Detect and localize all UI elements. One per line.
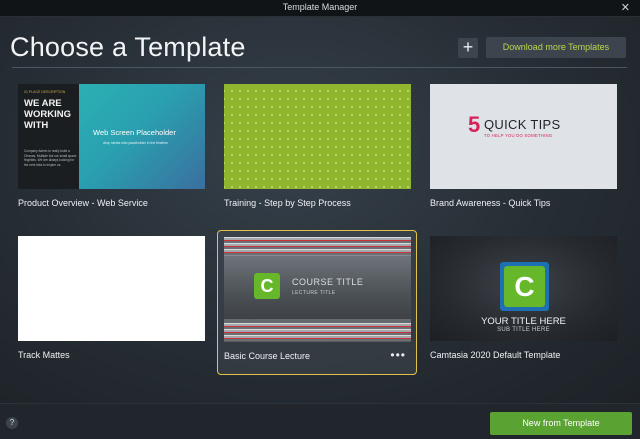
template-name: Basic Course Lecture	[224, 351, 311, 361]
template-card-brand-awareness[interactable]: 5 QUICK TIPS TO HELP YOU DO SOMETHING Br…	[424, 78, 623, 219]
template-thumbnail: C COURSE TITLE LECTURE TITLE	[224, 237, 411, 342]
camtasia-logo-icon: C	[254, 273, 280, 299]
footer-bar: ? New from Template	[0, 403, 640, 439]
template-card-track-mattes[interactable]: Track Mattes	[12, 230, 211, 371]
more-options-icon[interactable]: •••	[390, 348, 406, 362]
template-name: Product Overview - Web Service	[18, 198, 148, 208]
template-thumbnail	[18, 236, 205, 341]
download-more-templates-button[interactable]: Download more Templates	[486, 37, 626, 58]
template-thumbnail: 5 QUICK TIPS TO HELP YOU DO SOMETHING	[430, 84, 617, 189]
camtasia-logo-icon: C	[504, 266, 545, 307]
thumb-subtitle: TO HELP YOU DO SOMETHING	[484, 133, 553, 138]
template-card-camtasia-default[interactable]: C YOUR TITLE HERE SUB TITLE HERE Camtasi…	[424, 230, 623, 371]
template-name: Brand Awareness - Quick Tips	[430, 198, 551, 208]
add-template-button[interactable]: +	[458, 38, 478, 58]
thumb-left-panel: 01 PLACE DESCRIPTION WE ARE WORKING WITH…	[18, 84, 79, 189]
template-thumbnail: C YOUR TITLE HERE SUB TITLE HERE	[430, 236, 617, 341]
thumb-title: YOUR TITLE HERE	[481, 316, 566, 327]
template-card-product-overview[interactable]: 01 PLACE DESCRIPTION WE ARE WORKING WITH…	[12, 78, 211, 219]
thumb-body-text: Company Admin to really build a Ohanas. …	[24, 149, 77, 167]
help-icon[interactable]: ?	[6, 417, 18, 429]
thumb-course-title: COURSE TITLE	[292, 277, 364, 287]
template-thumbnail: 01 PLACE DESCRIPTION WE ARE WORKING WITH…	[18, 84, 205, 189]
template-card-basic-course-lecture[interactable]: C COURSE TITLE LECTURE TITLE Basic Cours…	[217, 230, 417, 375]
thumb-stripes-bottom	[224, 323, 411, 341]
thumb-title: QUICK TIPS	[484, 117, 561, 132]
thumb-title-band	[224, 256, 411, 319]
thumb-lecture-title: LECTURE TITLE	[292, 290, 336, 296]
page-title: Choose a Template	[10, 32, 246, 62]
template-manager-body: Choose a Template + Download more Templa…	[0, 17, 640, 403]
thumb-subtitle: SUB TITLE HERE	[497, 327, 550, 333]
thumb-stripes-top	[224, 237, 411, 255]
divider	[12, 67, 627, 68]
close-icon[interactable]: ✕	[621, 1, 630, 14]
title-bar: Template Manager ✕	[0, 0, 640, 17]
thumb-placeholder-title: Web Screen Placeholder	[93, 128, 176, 137]
thumb-placeholder-subtitle: drop media onto placeholder in the timel…	[103, 141, 168, 145]
new-from-template-button[interactable]: New from Template	[490, 412, 632, 435]
template-card-training[interactable]: Training - Step by Step Process	[218, 78, 417, 219]
template-name: Track Mattes	[18, 350, 70, 360]
thumb-web-placeholder: Web Screen Placeholder drop media onto p…	[79, 84, 205, 189]
thumb-tag: 01 PLACE DESCRIPTION	[24, 90, 66, 94]
window-title: Template Manager	[282, 2, 358, 12]
thumb-number: 5	[468, 112, 481, 137]
template-name: Camtasia 2020 Default Template	[430, 350, 561, 360]
template-thumbnail	[224, 84, 411, 189]
thumb-headline: WE ARE WORKING WITH	[24, 98, 71, 131]
template-name: Training - Step by Step Process	[224, 198, 351, 208]
